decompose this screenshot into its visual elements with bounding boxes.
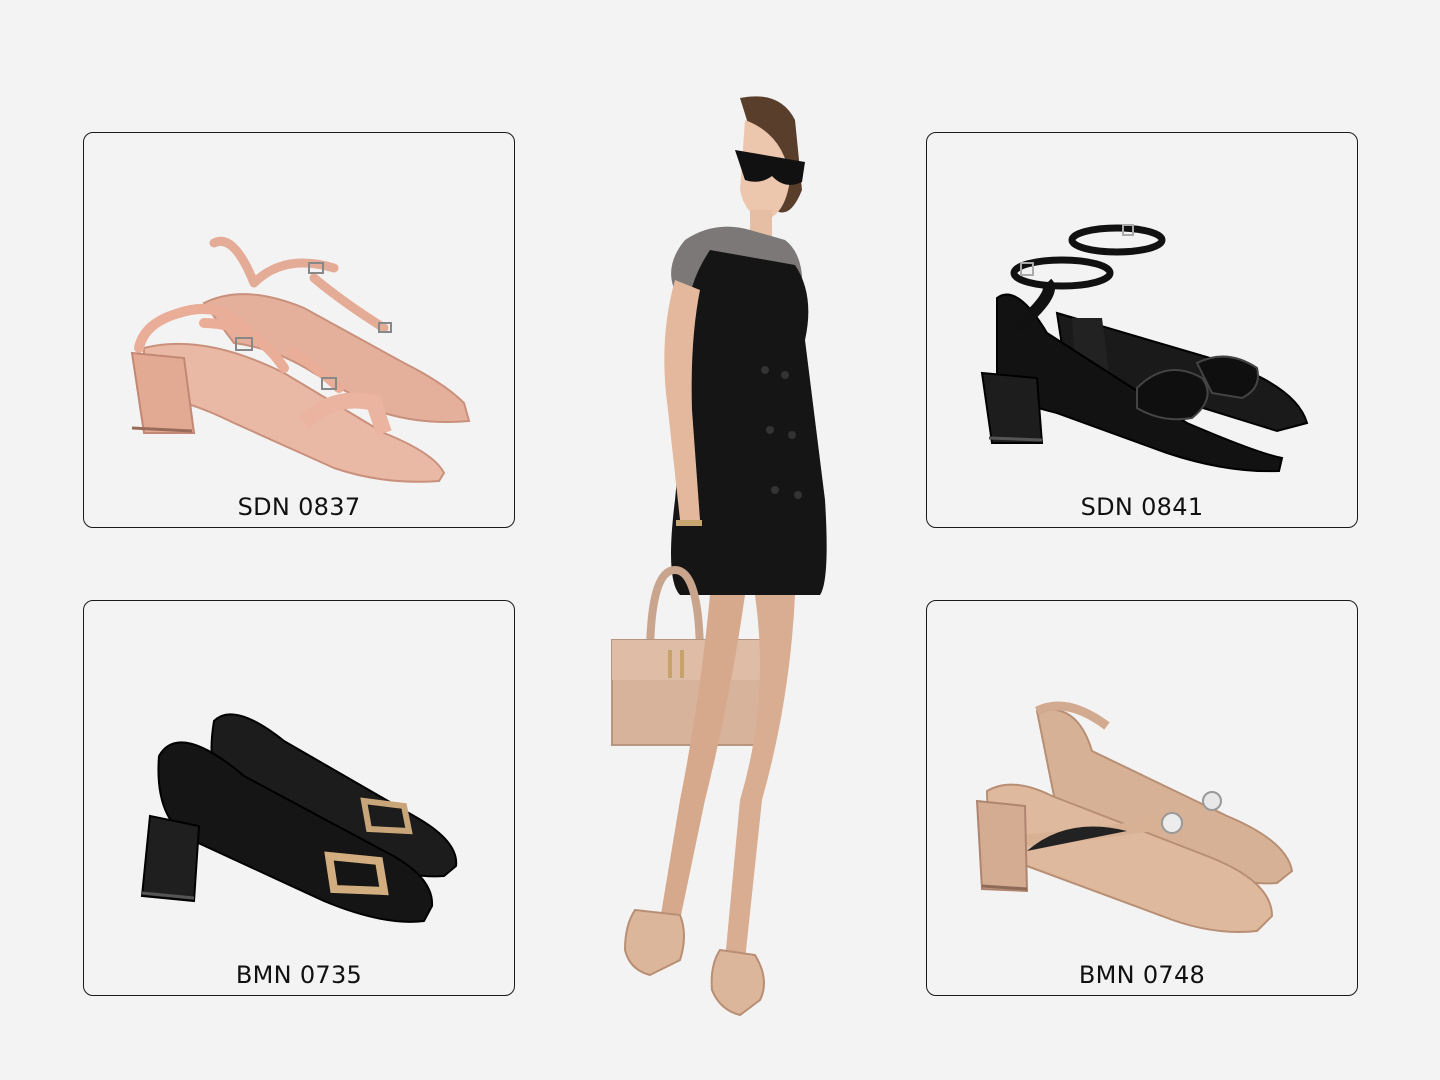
product-code: SDN 0837 [237, 493, 361, 521]
product-card-sdn-0841[interactable]: SDN 0841 [926, 132, 1358, 528]
product-code: BMN 0748 [1078, 961, 1206, 989]
sandal-nude-image [130, 237, 471, 483]
model-shoe-right [710, 948, 765, 1017]
model-shoe-left [623, 908, 685, 977]
lookbook-page: SDN 0837 SDN 0841 BMN 0735 BMN 0748 [0, 0, 1440, 1080]
product-card-bmn-0735[interactable]: BMN 0735 [83, 600, 515, 996]
product-card-bmn-0748[interactable]: BMN 0748 [926, 600, 1358, 996]
model-photo [611, 96, 827, 1017]
slingback-nude-image [975, 701, 1294, 933]
product-code: BMN 0735 [235, 961, 363, 989]
pump-black-image [140, 713, 458, 923]
sandal-black-image [980, 224, 1309, 473]
product-code: SDN 0841 [1080, 493, 1204, 521]
product-card-sdn-0837[interactable]: SDN 0837 [83, 132, 515, 528]
